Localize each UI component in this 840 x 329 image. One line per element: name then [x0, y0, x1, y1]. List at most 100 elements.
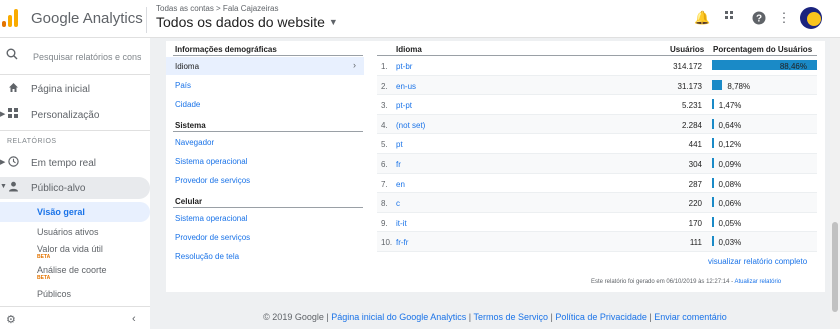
language-link[interactable]: en-us	[396, 82, 416, 91]
collapse-sidebar-icon[interactable]: ‹	[132, 313, 136, 325]
language-link[interactable]: en	[396, 180, 405, 189]
users-value: 170	[688, 218, 702, 228]
dimension-label: Cidade	[175, 100, 201, 109]
subitem-label: Públicos	[37, 289, 72, 299]
footer-link-feedback[interactable]: Enviar comentário	[654, 312, 727, 322]
sidebar-subitem-audiences[interactable]: Públicos	[0, 286, 150, 304]
scrollbar-thumb[interactable]	[832, 222, 838, 312]
dimension-label: Idioma	[175, 62, 200, 71]
caret-down-icon: ▼	[328, 17, 338, 27]
percent-value: 0,06%	[718, 199, 742, 209]
view-full-report-link[interactable]: visualizar relatório completo	[708, 257, 807, 266]
apps-grid-icon[interactable]	[724, 11, 738, 25]
view-selector[interactable]: Todos os dados do website ▼	[156, 14, 338, 30]
dimension-browser[interactable]: Navegador	[166, 133, 364, 151]
row-index: 9.	[381, 218, 388, 228]
percent-value: 0,08%	[718, 179, 742, 189]
footer-link-home[interactable]: Página inicial do Google Analytics	[331, 312, 466, 322]
sidebar-item-customization[interactable]: ▶ Personalização	[0, 104, 150, 126]
section-rule	[173, 131, 363, 132]
dimension-screen-resolution[interactable]: Resolução de tela	[166, 247, 364, 265]
page-scrollbar[interactable]	[830, 38, 840, 329]
subitem-label: Análise de coorte	[37, 265, 107, 275]
sidebar-item-label: Público-alvo	[31, 183, 86, 194]
column-header-language[interactable]: Idioma	[396, 45, 422, 54]
sidebar-subitem-overview[interactable]: Visão geral	[0, 202, 150, 222]
language-link[interactable]: it-it	[396, 219, 407, 228]
percent-value: 0,64%	[718, 120, 742, 130]
dimension-service-provider[interactable]: Provedor de serviços	[166, 171, 364, 189]
dimension-label: Sistema operacional	[175, 157, 248, 166]
dimension-operating-system[interactable]: Sistema operacional	[166, 152, 364, 170]
dimension-label: País	[175, 81, 192, 90]
row-index: 1.	[381, 62, 388, 71]
language-link[interactable]: pt-pt	[396, 101, 412, 110]
avatar[interactable]	[800, 7, 822, 29]
footer-link-privacy[interactable]: Política de Privacidade	[555, 312, 647, 322]
gear-icon[interactable]: ⚙	[6, 313, 16, 326]
help-icon[interactable]: ?	[752, 11, 766, 25]
percent-bar	[712, 197, 714, 208]
language-link[interactable]: c	[396, 199, 400, 208]
column-header-percent[interactable]: Porcentagem do Usuários	[713, 45, 812, 54]
person-icon	[6, 181, 20, 195]
sidebar-subitem-cohort-analysis[interactable]: Análise de coorte BETA	[0, 262, 150, 284]
search-input[interactable]: Pesquisar relatórios e conse	[33, 52, 141, 62]
percent-value: 0,12%	[718, 140, 742, 150]
beta-badge: BETA	[37, 254, 51, 260]
sidebar-subitem-active-users[interactable]: Usuários ativos	[0, 224, 150, 242]
sidebar-subitem-lifetime-value[interactable]: Valor da vida útil BETA	[0, 241, 150, 263]
percent-bar	[712, 236, 714, 247]
percent-value: 0,05%	[718, 218, 742, 228]
section-rule	[173, 207, 363, 208]
dimension-city[interactable]: Cidade	[166, 95, 364, 113]
language-link[interactable]: fr-fr	[396, 238, 408, 247]
dimension-mobile-os[interactable]: Sistema operacional	[166, 209, 364, 227]
row-index: 6.	[381, 160, 388, 169]
row-index: 8.	[381, 199, 388, 209]
sidebar-divider	[0, 74, 150, 75]
sidebar-item-home[interactable]: Página inicial	[0, 78, 150, 100]
expand-arrow-icon: ▶	[0, 111, 6, 118]
table-row: 8. c 220 0,06%	[377, 193, 817, 213]
language-link[interactable]: pt	[396, 140, 403, 149]
language-link[interactable]: fr	[396, 160, 401, 169]
users-value: 304	[688, 160, 702, 169]
footer-link-terms[interactable]: Termos de Serviço	[473, 312, 548, 322]
sidebar-item-realtime[interactable]: ▶ Em tempo real	[0, 152, 150, 174]
language-link[interactable]: (not set)	[396, 121, 425, 130]
dimension-language[interactable]: Idioma ›	[166, 57, 364, 75]
row-index: 3.	[381, 101, 388, 111]
table-row: 4. (not set) 2.284 0,64%	[377, 114, 817, 135]
view-name: Todos os dados do website	[156, 14, 325, 30]
dimension-label: Provedor de serviços	[175, 233, 251, 242]
demographics-title: Informações demográficas	[175, 45, 277, 54]
notifications-bell-icon[interactable]: 🔔	[694, 11, 710, 25]
dimension-mobile-provider[interactable]: Provedor de serviços	[166, 228, 364, 246]
analytics-logo-icon[interactable]	[2, 9, 20, 27]
sidebar-item-label: Em tempo real	[31, 158, 97, 169]
report-card: Informações demográficas Idioma › País C…	[166, 41, 825, 292]
sidebar-item-label: Personalização	[31, 110, 100, 121]
sidebar-item-audience[interactable]: ▼ Público-alvo	[0, 177, 150, 199]
dimension-country[interactable]: País	[166, 76, 364, 94]
generated-note: Este relatório foi gerado em 06/10/2019 …	[591, 279, 781, 285]
column-header-users[interactable]: Usuários	[670, 45, 704, 54]
breadcrumb[interactable]: Todas as contas > Fala Cajazeiras	[156, 4, 279, 13]
mobile-title: Celular	[175, 197, 203, 206]
table-row: 5. pt 441 0,12%	[377, 134, 817, 154]
refresh-report-link[interactable]: Atualizar relatório	[734, 279, 781, 285]
app-name[interactable]: Google Analytics	[31, 10, 143, 27]
users-value: 31.173	[677, 81, 702, 91]
grid-icon	[6, 108, 20, 122]
generated-note-text: Este relatório foi gerado em 06/10/2019 …	[591, 279, 735, 285]
sidebar: Pesquisar relatórios e conse Página inic…	[0, 38, 150, 329]
copyright: © 2019 Google	[263, 312, 324, 322]
more-options-icon[interactable]: ⋮	[777, 11, 791, 25]
row-index: 2.	[381, 81, 388, 91]
reports-section-label: RELATÓRIOS	[7, 138, 57, 145]
search-reports[interactable]: Pesquisar relatórios e conse	[0, 46, 150, 68]
dimension-label: Navegador	[175, 138, 215, 147]
language-link[interactable]: pt-br	[396, 62, 412, 71]
row-index: 10.	[381, 238, 393, 248]
